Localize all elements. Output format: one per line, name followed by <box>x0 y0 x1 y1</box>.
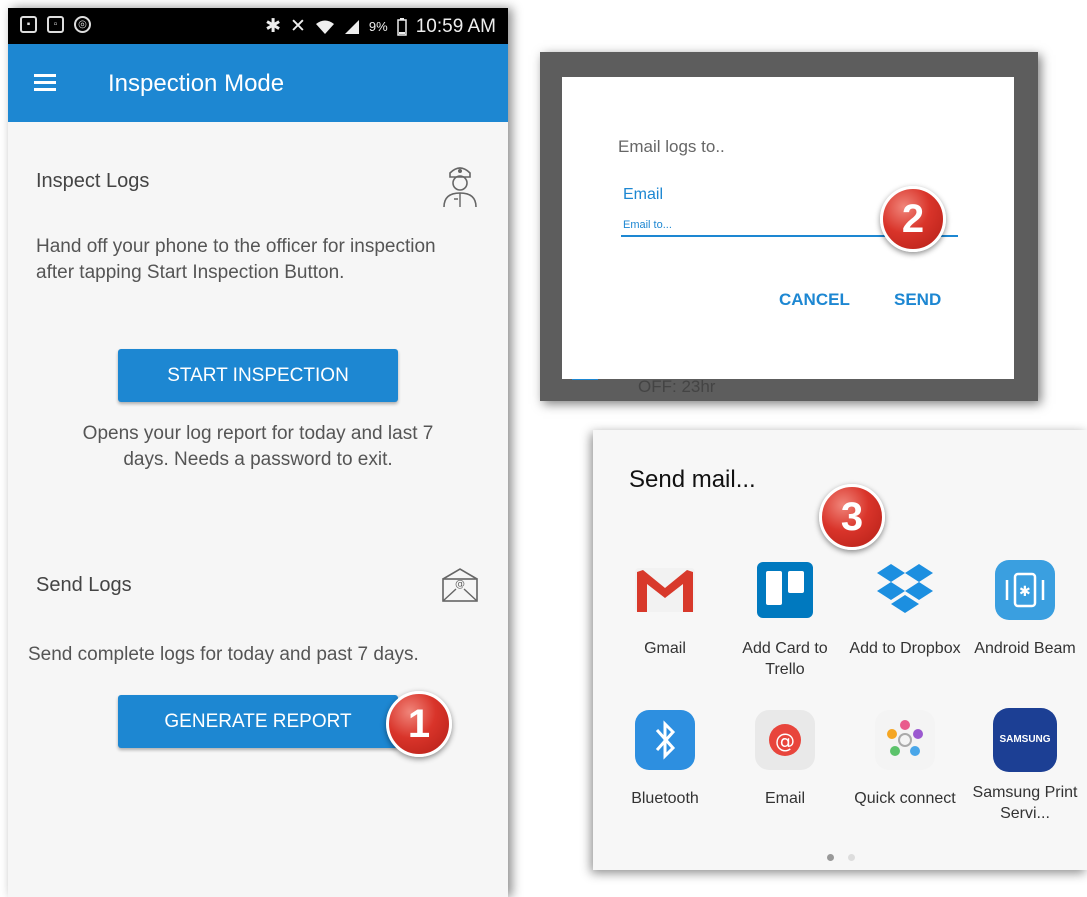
share-sheet-title: Send mail... <box>629 466 756 493</box>
app-bar: Inspection Mode <box>8 44 508 122</box>
status-bar: ▪ ▫ ◎ ✱ ✕ 9% 10:59 AM <box>8 8 508 44</box>
cancel-button[interactable]: CANCEL <box>779 290 850 310</box>
menu-icon[interactable] <box>34 74 56 91</box>
step-badge-3: 3 <box>819 484 885 550</box>
background-status-text: OFF: 23hr <box>638 377 716 396</box>
svg-text:✱: ✱ <box>1019 584 1031 600</box>
start-inspection-button[interactable]: START INSPECTION <box>118 349 398 402</box>
inspect-description: Hand off your phone to the officer for i… <box>36 236 436 283</box>
share-app-label: Add Card to Trello <box>742 640 828 678</box>
page-indicator <box>827 848 869 866</box>
send-logs-title: Send Logs <box>36 574 132 596</box>
svg-text:@: @ <box>775 729 795 753</box>
email-field-label: Email <box>623 186 664 203</box>
share-app-quick-connect[interactable]: Quick connect <box>845 708 965 809</box>
share-app-label: Quick connect <box>854 790 956 807</box>
inspection-note: Opens your log report for today and last… <box>82 423 434 470</box>
page-dot <box>848 854 855 861</box>
android-beam-icon: ✱ <box>995 560 1055 620</box>
battery-percent: 9% <box>368 19 388 34</box>
share-app-label: Bluetooth <box>631 790 699 807</box>
sync-icon: ◎ <box>74 16 91 33</box>
email-field[interactable]: Email to... <box>623 219 672 231</box>
wifi-icon <box>315 20 334 34</box>
step-badge-2: 2 <box>880 186 946 252</box>
generate-report-button[interactable]: GENERATE REPORT <box>118 695 398 748</box>
battery-icon <box>396 17 407 36</box>
step-badge-1: 1 <box>386 691 452 757</box>
share-app-gmail[interactable]: Gmail <box>605 558 725 659</box>
samsung-print-icon: SAMSUNG <box>993 708 1057 772</box>
share-app-label: Gmail <box>644 640 686 657</box>
phone-screen: ▪ ▫ ◎ ✱ ✕ 9% 10:59 AM Inspection Mode In… <box>8 8 508 897</box>
share-app-dropbox[interactable]: Add to Dropbox <box>845 558 965 659</box>
quick-connect-icon <box>875 710 935 770</box>
share-app-bluetooth[interactable]: Bluetooth <box>605 708 725 809</box>
email-app-icon: @ <box>755 710 815 770</box>
dropbox-icon <box>877 564 933 613</box>
gmail-icon <box>635 568 695 612</box>
gallery-icon: ▪ <box>20 16 37 33</box>
trello-icon <box>757 562 813 618</box>
clock: 10:59 AM <box>415 15 496 37</box>
bluetooth-icon: ✱ <box>265 16 281 37</box>
share-app-label: Add to Dropbox <box>849 640 961 657</box>
share-app-label: Android Beam <box>974 640 1076 657</box>
officer-icon <box>443 167 477 208</box>
page-dot-active <box>827 854 834 861</box>
send-button[interactable]: SEND <box>894 290 941 310</box>
bluetooth-icon <box>635 710 695 770</box>
share-app-trello[interactable]: Add Card to Trello <box>725 558 845 680</box>
email-dialog-screenshot <box>540 52 1038 401</box>
share-app-label: Samsung Print Servi... <box>972 784 1078 822</box>
inspect-logs-title: Inspect Logs <box>36 170 150 192</box>
screenshot-icon: ▫ <box>47 16 64 33</box>
svg-text:@: @ <box>455 579 465 590</box>
mute-icon: ✕ <box>290 16 306 37</box>
signal-icon <box>344 19 359 34</box>
share-app-samsung-print[interactable]: SAMSUNG Samsung Print Servi... <box>965 708 1085 824</box>
dialog-title: Email logs to.. <box>618 137 725 156</box>
send-logs-description: Send complete logs for today and past 7 … <box>28 644 419 665</box>
email-logs-icon: @ <box>442 568 478 602</box>
share-app-label: Email <box>764 790 805 807</box>
share-app-email[interactable]: @ Email <box>725 708 845 809</box>
page-title: Inspection Mode <box>108 70 285 97</box>
share-app-android-beam[interactable]: ✱ Android Beam <box>965 558 1085 659</box>
